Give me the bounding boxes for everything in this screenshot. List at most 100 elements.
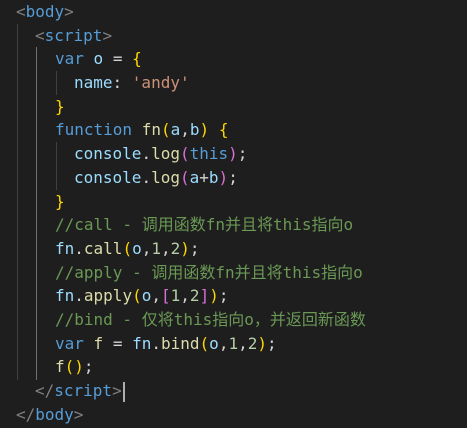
code-token: log (151, 144, 180, 164)
code-line[interactable]: fn.call(o,1,2); (0, 237, 467, 261)
code-token: = (103, 49, 133, 69)
code-token: = (103, 333, 133, 353)
code-line[interactable]: name: 'andy' (0, 71, 467, 95)
code-token: script (54, 381, 113, 400)
code-token: script (44, 25, 103, 45)
code-line[interactable]: </body> (0, 403, 467, 427)
code-token: ( (64, 357, 75, 377)
code-line[interactable]: } (0, 190, 467, 214)
code-token: ( (132, 286, 142, 306)
code-token: > (112, 381, 122, 400)
code-token: fn (55, 286, 75, 306)
code-token: { (218, 120, 229, 140)
code-token: f (93, 333, 104, 353)
code-line[interactable]: } (0, 95, 467, 119)
code-token: ( (199, 333, 210, 353)
code-line[interactable]: //apply - 调用函数fn并且将this指向o (0, 261, 467, 285)
code-token: . (74, 286, 84, 306)
code-line[interactable]: console.log(this); (0, 142, 467, 166)
code-line[interactable]: //call - 调用函数fn并且将this指向o (0, 213, 467, 237)
code-token: apply (83, 286, 133, 306)
code-token: } (55, 191, 65, 211)
code-token: ( (122, 238, 133, 258)
code-token: ; (228, 167, 238, 187)
code-token: ) (257, 333, 268, 353)
code-token: var (55, 49, 84, 69)
code-token: call (83, 238, 123, 258)
code-token: log (151, 167, 180, 187)
text-cursor (122, 381, 125, 402)
code-token: o (141, 286, 152, 306)
code-token: ; (218, 286, 229, 306)
code-token: [ (161, 286, 171, 306)
code-token: , (218, 333, 229, 353)
code-line[interactable]: f(); (0, 355, 467, 379)
code-token: 1 (170, 286, 181, 306)
code-token: . (141, 144, 152, 164)
code-line[interactable]: fn.apply(o,[1,2]); (0, 284, 467, 308)
code-token: : (112, 73, 132, 93)
code-token: f (55, 357, 65, 377)
code-token: a (189, 167, 200, 187)
code-token: </ (16, 404, 36, 424)
code-token: fn (141, 120, 161, 140)
code-token: ( (179, 144, 190, 164)
code-token: > (102, 25, 113, 45)
code-line[interactable]: <body> (0, 0, 467, 24)
code-token: } (55, 96, 65, 116)
code-token: //apply - 调用函数fn并且将this指向o (55, 262, 363, 282)
code-token: + (199, 167, 209, 187)
code-token: o (93, 49, 104, 69)
code-token: body (35, 404, 74, 424)
code-token: function (55, 120, 133, 140)
code-token: console (74, 144, 142, 164)
code-line[interactable]: <script> (0, 24, 467, 48)
code-token: , (238, 333, 248, 353)
code-token: console (74, 167, 142, 187)
code-token: name (74, 73, 113, 93)
code-token: ; (83, 357, 94, 377)
code-token: 2 (247, 333, 258, 353)
code-line[interactable]: //bind - 仅将this指向o，并返回新函数 (0, 308, 467, 332)
code-line[interactable]: var o = { (0, 47, 467, 71)
code-token: , (151, 286, 161, 306)
code-token: this (189, 144, 229, 164)
code-token: ] (199, 286, 210, 306)
code-token: ; (189, 238, 200, 258)
code-token: o (209, 333, 219, 353)
code-line[interactable]: function fn(a,b) { (0, 118, 467, 142)
code-token: fn (132, 333, 152, 353)
code-token: ) (228, 144, 238, 164)
code-token: ) (209, 286, 219, 306)
code-token: o (132, 238, 142, 258)
code-line[interactable]: </script> (0, 379, 467, 403)
code-token: , (180, 120, 190, 140)
code-token: > (64, 2, 74, 21)
code-lines: <body> <script> var o = {name: 'andy'} func… (0, 0, 467, 426)
code-token: ( (179, 167, 190, 187)
code-token: > (73, 404, 84, 424)
code-token: < (35, 25, 45, 45)
code-token: < (16, 2, 26, 21)
code-token: b (208, 167, 219, 187)
code-token: a (170, 120, 181, 140)
code-token: 1 (151, 238, 161, 258)
code-line[interactable]: console.log(a+b); (0, 166, 467, 190)
code-token: , (180, 286, 190, 306)
code-token: //call - 调用函数fn并且将this指向o (55, 215, 354, 235)
code-token: bind (161, 333, 200, 353)
code-token: ( (160, 120, 171, 140)
code-token: , (141, 238, 152, 258)
code-token: b (189, 120, 200, 140)
code-token: , (161, 238, 171, 258)
code-editor[interactable]: <body> <script> var o = {name: 'andy'} func… (0, 0, 467, 428)
code-token: . (74, 238, 84, 258)
code-token: . (141, 167, 152, 187)
code-token: //bind - 仅将this指向o，并返回新函数 (55, 309, 366, 329)
code-token: ) (199, 120, 210, 140)
code-token: 2 (170, 238, 181, 258)
code-line[interactable]: var f = fn.bind(o,1,2); (0, 332, 467, 356)
code-token: ; (267, 333, 277, 353)
